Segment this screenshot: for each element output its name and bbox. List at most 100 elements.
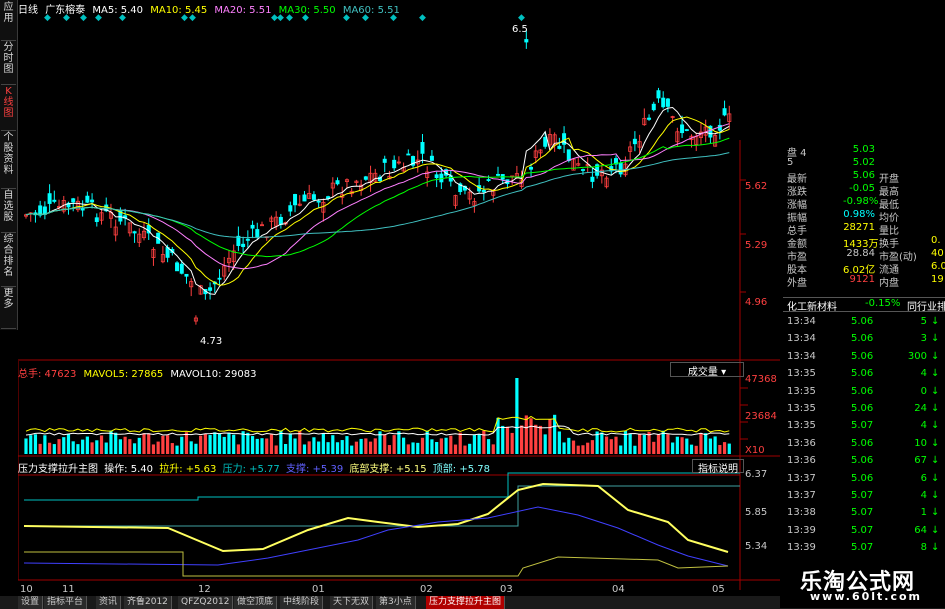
bottom-tab-0[interactable]: 设置 [18,596,44,609]
volume-bar [472,434,476,454]
volume-bar [71,441,75,454]
top-line [24,485,740,527]
volume-bar [151,444,156,454]
tick-volume: 3 [920,333,927,345]
candle-body [38,205,43,216]
volume-bar [368,441,373,454]
ma20-line [25,123,730,270]
indicator-header: 压力支撑拉升主图 操作: 5.40 拉升: +5.63 压力: +5.77 支撑… [18,460,490,475]
tick-time: 13:37 [787,472,816,484]
quote-row: 金额 1433万 换手 0. [783,235,945,250]
ma20-label: MA20: 5.51 [214,5,272,16]
volume-bar [604,436,609,454]
tick-row: 13:34 5.06 5 ↓ [783,316,945,329]
header-line: 日线 广东榕泰 MA5: 5.40 MA10: 5.45 MA20: 5.51 … [18,1,400,16]
x-tick-label: 03 [500,584,513,595]
candle-body [590,176,595,182]
ma5-line [25,106,730,295]
volume-bar [317,441,321,454]
tick-direction-icon: ↓ [931,403,940,414]
quote-row: 5 5.02 [783,157,945,170]
price-axis-b: 5.29 [745,240,768,251]
bottom-tab-2[interactable]: 资讯 [96,596,122,609]
indicator-name[interactable]: 压力支撑拉升主图 [18,464,98,475]
tick-direction-icon: ↓ [931,455,940,467]
left-tab-6[interactable]: 更多 [1,288,16,329]
candlestick-chart[interactable]: ◆ ◆ ◆ ◆ ◆ ◆ ◆ ◆ ◆ ◆ ◆ ◆ ◆ ◆ ◆ ◆ [18,0,780,590]
mavol5-line [25,415,730,433]
period-label[interactable]: 日线 [18,5,38,16]
price-axis-a: 5.62 [745,181,768,192]
candle-body [656,90,661,99]
tick-price: 5.07 [851,524,874,536]
quote-row: 股本 6.02亿 流通 6.0 [783,261,945,276]
x-tick-label: 12 [198,584,211,595]
volume-bar [534,424,538,454]
volume-bar [265,438,269,454]
left-tab-2[interactable]: K线图 [1,86,16,131]
volume-bar [208,434,212,454]
left-tab-0[interactable]: 应用 [1,2,16,41]
volume-bar [576,445,580,454]
quote-value: 28.84 [846,248,875,259]
tick-volume: 5 [920,316,927,327]
bottom-tab-8[interactable]: 第3小点 [376,596,416,609]
volume-bar [680,437,684,454]
volume-bar [600,432,604,454]
left-tab-4[interactable]: 自选股 [1,190,16,233]
lift-line [23,482,729,553]
bottom-tab-6[interactable]: 中线阶段 [280,596,324,609]
candle-body [406,153,411,156]
volume-bar [671,442,675,454]
sector-rank: 同行业排 [907,302,945,313]
volume-bar [312,437,316,454]
volume-bar [656,434,661,454]
candle-body [208,287,213,291]
mavol5-label: MAVOL5: 27865 [83,369,164,380]
candle-body [420,142,425,154]
ma10-label: MA10: 5.45 [150,5,208,16]
bottom-tab-5[interactable]: 做空顶底 [234,596,278,609]
ma30-line [25,137,730,258]
quote-value: 5.06 [852,170,875,181]
volume-bar [85,436,89,454]
candle-body [680,124,685,134]
bottom-tab-1[interactable]: 指标平台 [44,596,88,609]
indicator-help-button[interactable]: 指标说明 [692,459,744,475]
tick-direction-icon: ↓ [931,385,940,397]
tick-time: 13:39 [787,524,816,536]
volume-bar [661,430,665,454]
volume-bar [236,444,240,454]
tick-direction-icon: ↓ [931,333,940,345]
sector-row[interactable]: 化工新材料 -0.15% 同行业排 [783,297,945,313]
left-tab-1[interactable]: 分时图 [1,42,16,85]
bottom-tab-9[interactable]: 压力支撑拉升主图 [426,596,506,609]
volume-bar [420,437,425,454]
indicator-axis-2: 5.85 [745,507,768,518]
tick-price: 5.07 [851,542,874,554]
bottom-tab-7[interactable]: 天下无双 [330,596,374,609]
volume-dropdown[interactable]: 成交量 ▾ [670,362,744,378]
candle-body [85,195,90,203]
candle-body [382,158,387,163]
volume-bar [359,438,363,454]
tick-price: 5.06 [851,350,874,362]
volume-bar [727,443,731,454]
volume-bar [718,444,722,454]
volume-bar [416,442,420,454]
volume-bar [614,436,618,454]
volume-axis-mid: 23684 [745,411,777,422]
candle-body [684,129,689,131]
left-tab-3[interactable]: 个股资料 [1,132,16,189]
mavol10-line [25,425,730,436]
tick-volume: 8 [920,542,927,554]
volume-bar [704,433,708,454]
candle-body [529,166,534,170]
left-tab-5[interactable]: 综合排名 [1,234,16,287]
tick-time: 13:36 [787,437,816,449]
bottom-tab-4[interactable]: QFZQ2012 [178,596,234,609]
quote-value: 28271 [843,222,875,233]
volume-bar [713,436,717,454]
quote-value: 5.02 [852,157,875,168]
bottom-tab-3[interactable]: 齐鲁2012 [124,596,172,609]
